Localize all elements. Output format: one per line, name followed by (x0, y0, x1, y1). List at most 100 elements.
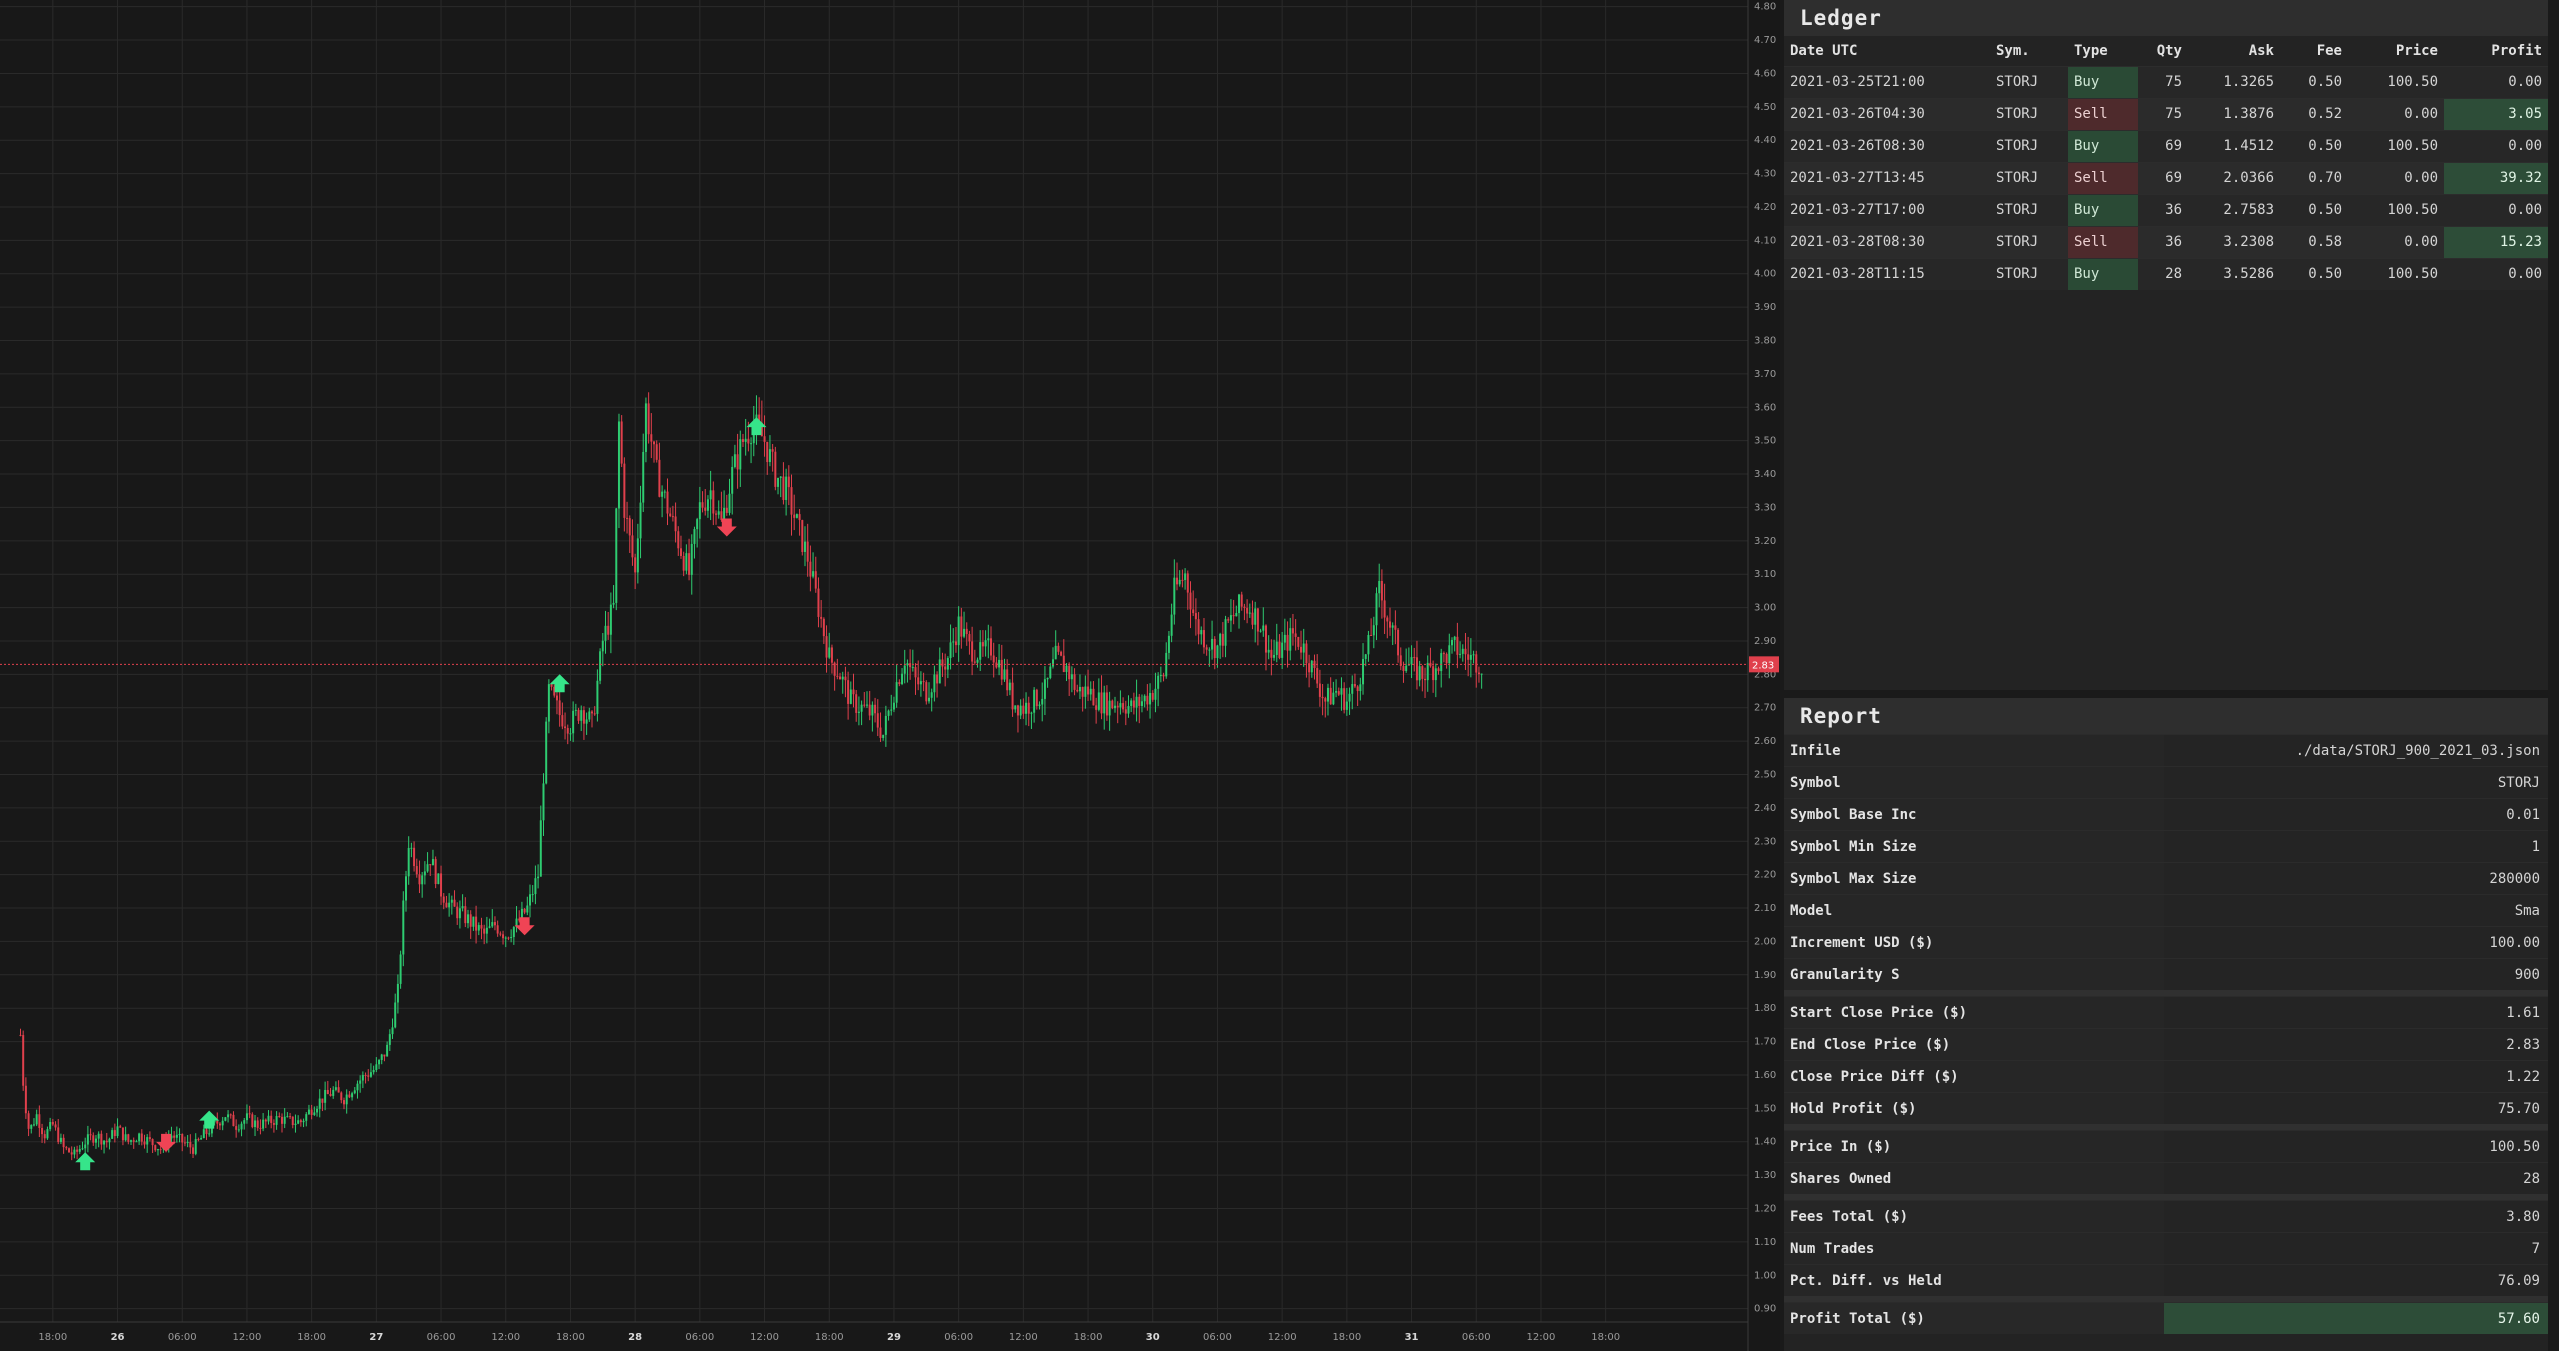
ledger-row[interactable]: 2021-03-28T11:15 STORJ Buy 28 3.5286 0.50 100.… (1784, 257, 2548, 290)
candle-up (1345, 701, 1348, 710)
candle-down (771, 449, 774, 452)
candle-down (1095, 705, 1098, 710)
candle-down (1124, 709, 1127, 714)
candle-down (480, 925, 483, 929)
report-value: 900 (2164, 959, 2548, 990)
candle-up (901, 673, 904, 685)
y-tick-label: 1.50 (1754, 1103, 1776, 1114)
ledger-row[interactable]: 2021-03-27T13:45 STORJ Sell 69 2.0366 0.70 0.0… (1784, 161, 2548, 194)
candle-up (332, 1089, 335, 1096)
candle-up (1254, 608, 1257, 625)
candle-down (337, 1087, 340, 1093)
ledger-row[interactable]: 2021-03-26T08:30 STORJ Buy 69 1.4512 0.50 100.… (1784, 129, 2548, 162)
candle-down (1264, 625, 1267, 653)
candle-up (890, 709, 893, 711)
ledger-row[interactable]: 2021-03-27T17:00 STORJ Buy 36 2.7583 0.50 100.… (1784, 193, 2548, 226)
candle-down (1192, 609, 1195, 614)
candle-up (477, 925, 480, 931)
candle-down (310, 1109, 313, 1115)
ledger-cell-fee: 0.50 (2280, 129, 2348, 162)
report-value: 1 (2164, 831, 2548, 862)
candle-down (1397, 629, 1400, 656)
candle-down (1035, 689, 1038, 707)
y-tick-label: 2.60 (1754, 736, 1776, 747)
report-label: Granularity S (1784, 959, 2164, 990)
report-label: Price In ($) (1784, 1131, 2164, 1162)
candle-down (855, 694, 858, 713)
candle-down (192, 1147, 195, 1154)
candle-up (1224, 619, 1227, 646)
candle-up (202, 1129, 205, 1139)
ledger-row[interactable]: 2021-03-25T21:00 STORJ Buy 75 1.3265 0.50 100.… (1784, 65, 2548, 98)
ledger-cell-ask: 1.3265 (2188, 65, 2280, 98)
ledger-cell-profit: 0.00 (2444, 65, 2548, 98)
candle-up (130, 1140, 133, 1142)
candle-up (849, 689, 852, 704)
candle-up (1097, 692, 1100, 710)
x-tick-label: 12:00 (1527, 1332, 1556, 1343)
col-qty[interactable]: Qty (2138, 36, 2188, 66)
report-label: Symbol Max Size (1784, 863, 2164, 894)
ledger-row[interactable]: 2021-03-26T04:30 STORJ Sell 75 1.3876 0.52 0.0… (1784, 97, 2548, 130)
candle-down (766, 441, 769, 463)
y-tick-label: 2.30 (1754, 836, 1776, 847)
col-date[interactable]: Date UTC (1784, 36, 1990, 66)
ledger-cell-price: 0.00 (2348, 97, 2444, 130)
candle-down (299, 1120, 302, 1123)
candle-up (97, 1133, 100, 1139)
y-tick-label: 1.90 (1754, 970, 1776, 981)
ledger-cell-type: Buy (2068, 129, 2138, 162)
report-row-symbol-max-size: Symbol Max Size 280000 (1784, 862, 2548, 894)
x-tick-label: 18:00 (1332, 1332, 1361, 1343)
candle-down (820, 616, 823, 619)
candlestick-chart[interactable]: 0.90 1.00 1.10 1.20 1.30 1.40 1.50 1.60 1.70 1.80… (0, 0, 1780, 1351)
candle-down (1251, 612, 1254, 625)
candle-up (1275, 641, 1278, 655)
candle-down (493, 922, 496, 926)
report-value: 7 (2164, 1233, 2548, 1264)
report-row-symbol-base-inc: Symbol Base Inc 0.01 (1784, 798, 2548, 830)
x-tick-label: 18:00 (1591, 1332, 1620, 1343)
report-row-close-price-diff: Close Price Diff ($) 1.22 (1784, 1060, 2548, 1092)
candle-down (342, 1100, 345, 1105)
report-value: 2.83 (2164, 1029, 2548, 1060)
y-tick-label: 4.00 (1754, 269, 1776, 280)
candle-down (620, 421, 623, 464)
ledger-row[interactable]: 2021-03-28T08:30 STORJ Sell 36 3.2308 0.58 0.0… (1784, 225, 2548, 258)
col-ask[interactable]: Ask (2188, 36, 2280, 66)
y-tick-label: 1.20 (1754, 1203, 1776, 1214)
ledger-cell-date: 2021-03-26T08:30 (1784, 129, 1990, 162)
candle-up (1273, 654, 1276, 658)
candle-down (218, 1123, 221, 1126)
col-fee[interactable]: Fee (2280, 36, 2348, 66)
candle-up (884, 715, 887, 735)
candle-up (1440, 653, 1443, 672)
candle-up (1149, 693, 1152, 705)
candle-up (448, 902, 451, 908)
candle-up (1362, 658, 1365, 685)
candle-down (1270, 649, 1273, 658)
y-tick-label: 3.70 (1754, 369, 1776, 380)
col-profit[interactable]: Profit (2444, 36, 2548, 66)
col-type[interactable]: Type (2068, 36, 2138, 66)
price-chart-pane[interactable]: 0.90 1.00 1.10 1.20 1.30 1.40 1.50 1.60 1.70 1.80… (0, 0, 1780, 1351)
candle-up (812, 571, 815, 577)
candle-up (1372, 625, 1375, 636)
col-symbol[interactable]: Sym. (1990, 36, 2068, 66)
ledger-cell-ask: 2.7583 (2188, 193, 2280, 226)
ledger-cell-qty: 28 (2138, 257, 2188, 290)
col-price[interactable]: Price (2348, 36, 2444, 66)
y-tick-label: 3.50 (1754, 436, 1776, 447)
report-label: Profit Total ($) (1784, 1303, 2164, 1334)
report-value: 280000 (2164, 863, 2548, 894)
candle-up (84, 1144, 87, 1149)
candle-up (402, 900, 405, 955)
candle-down (121, 1127, 124, 1141)
report-label: Model (1784, 895, 2164, 926)
candle-down (57, 1127, 60, 1142)
candle-down (701, 502, 704, 508)
candle-down (1202, 630, 1205, 648)
ledger-cell-type: Buy (2068, 65, 2138, 98)
candle-up (709, 490, 712, 500)
candle-up (378, 1059, 381, 1065)
